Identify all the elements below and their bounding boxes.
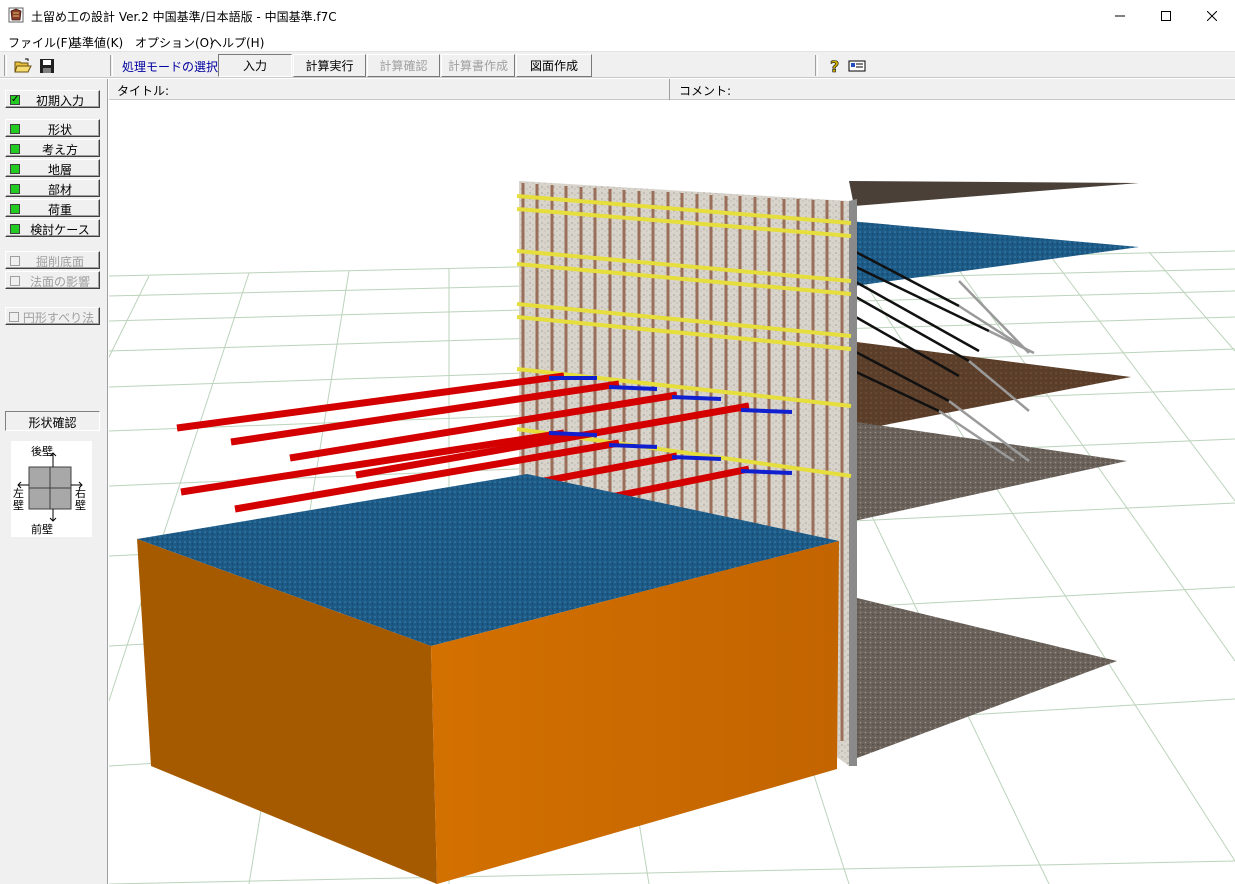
- mode-selection-label: 処理モードの選択: [122, 60, 219, 74]
- strata-label: 地層: [47, 163, 72, 177]
- status-indicator-icon: [10, 124, 20, 134]
- title-field-label[interactable]: タイトル:: [109, 79, 177, 100]
- toolbar: 処理モードの選択 入力 計算実行 計算確認 計算書作成 図面作成 ?: [0, 51, 1235, 78]
- approach-label: 考え方: [41, 143, 78, 157]
- menu-bar: ファイル(F) 基準値(K) オプション(O) ヘルプ(H): [0, 31, 1235, 51]
- open-folder-icon[interactable]: [12, 55, 34, 76]
- status-indicator-icon: [9, 312, 19, 322]
- slope-effect-button[interactable]: 法面の影響: [5, 271, 100, 289]
- comment-field-label[interactable]: コメント:: [671, 79, 739, 100]
- circular-slip-label: 円形すべり法: [22, 311, 95, 325]
- run-calculation-button[interactable]: 計算実行: [293, 54, 366, 77]
- excavation-bottom-button[interactable]: 掘削底面: [5, 251, 100, 269]
- slope-effect-label: 法面の影響: [29, 275, 90, 289]
- input-mode-button[interactable]: 入力: [218, 54, 292, 77]
- front-wall-label[interactable]: 前壁: [31, 521, 53, 537]
- status-indicator-icon: [10, 256, 20, 266]
- minimize-icon: [1115, 15, 1125, 16]
- check-cases-label: 検討ケース: [30, 223, 90, 237]
- menu-help[interactable]: ヘルプ(H): [210, 34, 264, 51]
- front-wall-arrow-icon: [49, 509, 57, 522]
- circular-slip-button[interactable]: 円形すべり法: [5, 307, 100, 325]
- close-icon: [1207, 10, 1217, 21]
- menu-file[interactable]: ファイル(F): [8, 34, 72, 51]
- menu-standard-values[interactable]: 基準値(K): [70, 34, 123, 51]
- toolbar-separator: [110, 55, 113, 76]
- info-separator: [669, 79, 670, 100]
- title-bar: 土留め工の設計 Ver.2 中国基準/日本語版 - 中国基準.f7C: [0, 0, 1235, 31]
- shape-confirm-label: 形状確認: [5, 411, 100, 431]
- loads-button[interactable]: 荷重: [5, 199, 100, 217]
- app-icon: [8, 7, 24, 23]
- wall-edge: [849, 199, 857, 766]
- status-indicator-icon: [10, 276, 20, 286]
- members-button[interactable]: 部材: [5, 179, 100, 197]
- 3d-scene: [109, 181, 1235, 884]
- status-indicator-icon: [10, 204, 20, 214]
- create-report-button[interactable]: 計算書作成: [441, 54, 515, 77]
- minimize-button[interactable]: [1097, 0, 1143, 31]
- svg-text:?: ?: [830, 57, 839, 75]
- status-indicator-icon: [10, 224, 20, 234]
- loads-label: 荷重: [47, 203, 72, 217]
- create-drawing-button[interactable]: 図面作成: [516, 54, 592, 77]
- check-cases-button[interactable]: 検討ケース: [5, 219, 100, 237]
- maximize-button[interactable]: [1143, 0, 1189, 31]
- check-calculation-button[interactable]: 計算確認: [367, 54, 440, 77]
- status-indicator-icon: [10, 184, 20, 194]
- shape-label: 形状: [47, 123, 72, 137]
- initial-input-check-icon: ✓: [10, 94, 20, 105]
- status-indicator-icon: [10, 144, 20, 154]
- left-wall-label[interactable]: 左壁: [13, 488, 25, 512]
- wall-selector-diagram: 後壁 左壁 右壁 前壁: [11, 441, 92, 537]
- back-wall-label[interactable]: 後壁: [31, 443, 53, 459]
- menu-options[interactable]: オプション(O): [135, 34, 214, 51]
- excavation-bottom-label: 掘削底面: [35, 255, 84, 269]
- title-comment-bar: タイトル: コメント:: [109, 79, 1235, 100]
- toolbar-separator-2: [815, 55, 818, 76]
- approach-button[interactable]: 考え方: [5, 139, 100, 157]
- initial-input-button[interactable]: ✓ 初期入力: [5, 90, 100, 108]
- window-title: 土留め工の設計 Ver.2 中国基準/日本語版 - 中国基準.f7C: [31, 10, 337, 24]
- right-wall-label[interactable]: 右壁: [75, 488, 87, 512]
- 3d-view[interactable]: [109, 101, 1235, 884]
- status-indicator-icon: [10, 164, 20, 174]
- shape-button[interactable]: 形状: [5, 119, 100, 137]
- close-button[interactable]: [1189, 0, 1235, 31]
- save-disk-icon[interactable]: [36, 55, 58, 76]
- strata-button[interactable]: 地層: [5, 159, 100, 177]
- toolbar-grip: [4, 55, 7, 76]
- initial-input-label: 初期入力: [35, 94, 84, 108]
- help-question-icon[interactable]: ?: [823, 55, 845, 76]
- top-surface-plane: [849, 181, 1139, 206]
- left-panel: ✓ 初期入力 形状 考え方 地層 部材 荷重 検討ケース 掘削底面 法面の影響 …: [0, 79, 108, 884]
- info-card-icon[interactable]: [846, 55, 868, 76]
- members-label: 部材: [47, 183, 72, 197]
- maximize-icon: [1161, 10, 1171, 21]
